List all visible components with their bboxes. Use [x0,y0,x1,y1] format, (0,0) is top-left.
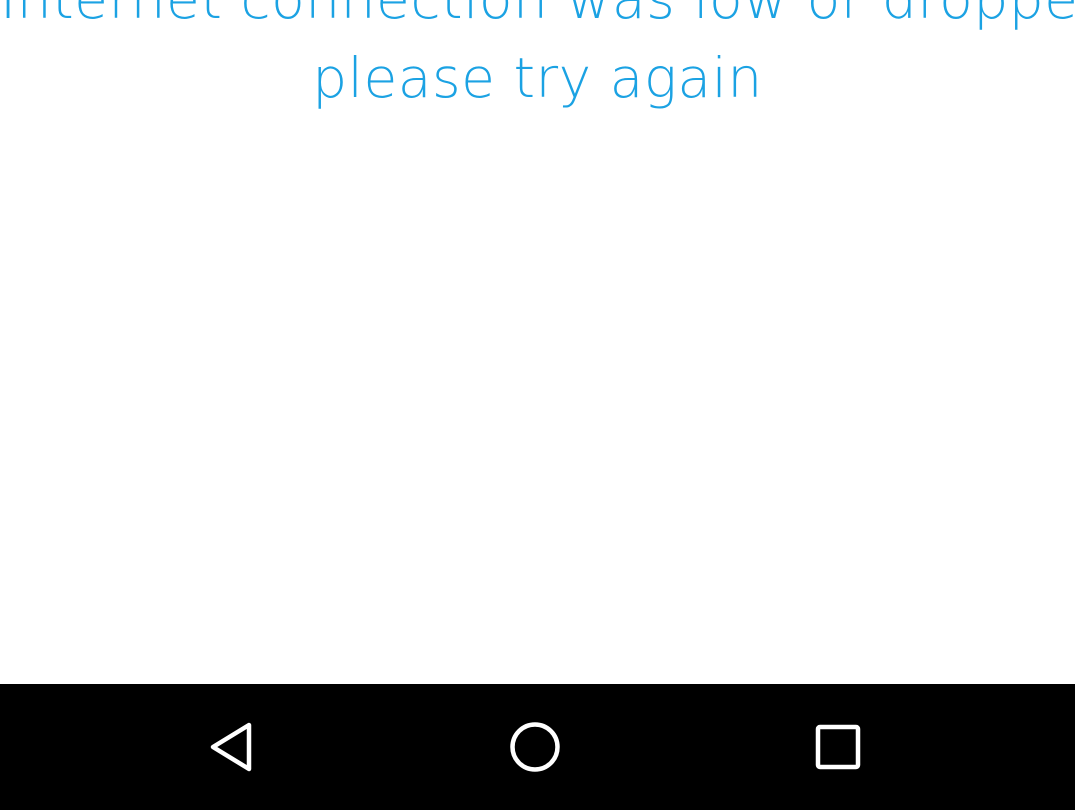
error-message-line-2: please try again [312,46,763,110]
system-navigation-bar [0,684,1075,810]
connection-error-message: Internet connection was low or dropped, … [0,0,1075,118]
home-button[interactable] [455,684,615,810]
content-area: Internet connection was low or dropped, … [0,0,1075,684]
back-triangle-icon [210,722,252,772]
recents-square-icon [815,724,861,770]
app-screen: Internet connection was low or dropped, … [0,0,1075,810]
error-message-line-1: Internet connection was low or dropped, [0,0,1075,39]
home-circle-icon [510,722,560,772]
recents-button[interactable] [758,684,918,810]
back-button[interactable] [152,684,312,810]
